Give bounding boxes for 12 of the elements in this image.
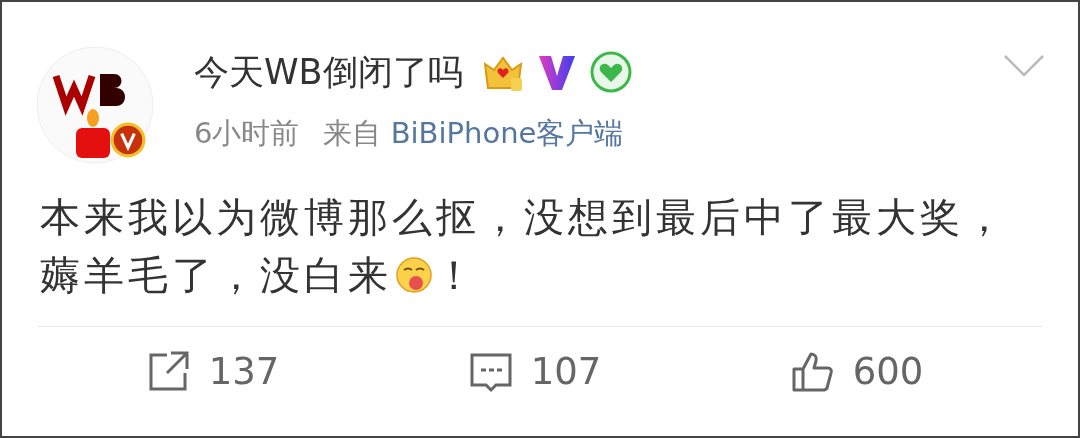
- source-label: 来自: [323, 116, 382, 150]
- source-link[interactable]: BiBiPhone客户端: [390, 116, 624, 150]
- author-name[interactable]: 今天WB倒闭了吗: [194, 48, 463, 96]
- post-text: 薅羊毛了，没白来: [40, 252, 392, 298]
- post-time: 6小时前: [194, 115, 300, 152]
- heart-badge-icon: [588, 50, 633, 94]
- emoji-icon: [394, 255, 434, 295]
- post-text: 本来我以为微博那么抠，没想到最后中了最大奖，: [40, 193, 1008, 242]
- post-text-end: ！: [434, 252, 478, 298]
- like-button[interactable]: 600: [790, 349, 924, 393]
- comment-button[interactable]: 107: [468, 349, 602, 393]
- repost-button[interactable]: 137: [146, 349, 280, 393]
